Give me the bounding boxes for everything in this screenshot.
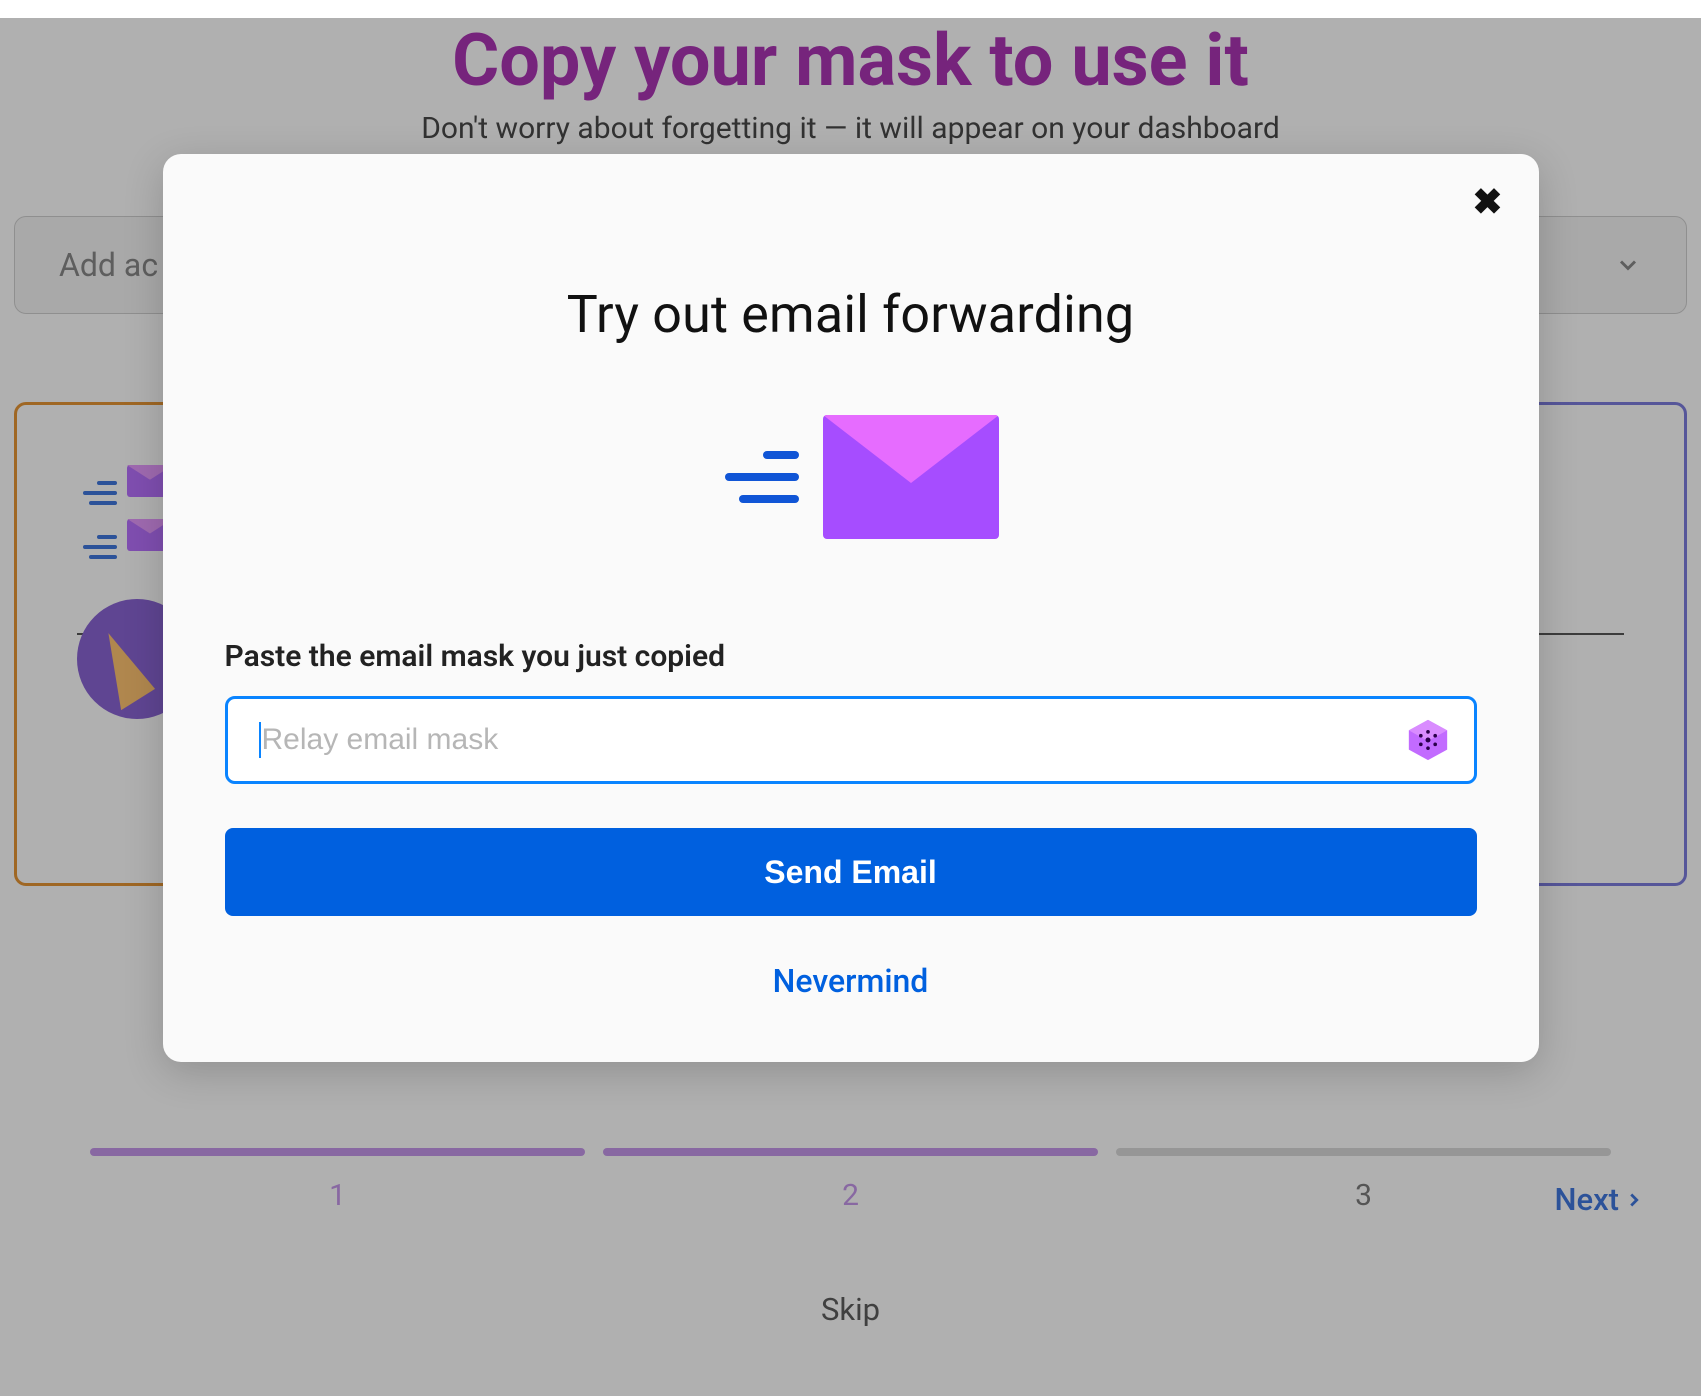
send-email-button[interactable]: Send Email [225, 828, 1477, 916]
close-icon[interactable]: ✖ [1472, 184, 1502, 220]
mask-input[interactable] [225, 696, 1477, 784]
modal-title: Try out email forwarding [163, 284, 1539, 345]
mask-field-label: Paste the email mask you just copied [225, 639, 1477, 674]
nevermind-link[interactable]: Nevermind [225, 962, 1477, 1000]
envelope-icon [823, 415, 999, 539]
speed-lines-icon [703, 451, 799, 503]
relay-hex-icon[interactable] [1405, 717, 1451, 763]
mask-input-wrap [225, 696, 1477, 784]
modal-body: Paste the email mask you just copied [225, 639, 1477, 1000]
email-forwarding-modal: ✖ Try out email forwarding Paste the ema… [163, 154, 1539, 1062]
modal-overlay: ✖ Try out email forwarding Paste the ema… [0, 18, 1701, 1396]
text-caret [259, 722, 261, 758]
forwarding-illustration [701, 415, 1001, 539]
